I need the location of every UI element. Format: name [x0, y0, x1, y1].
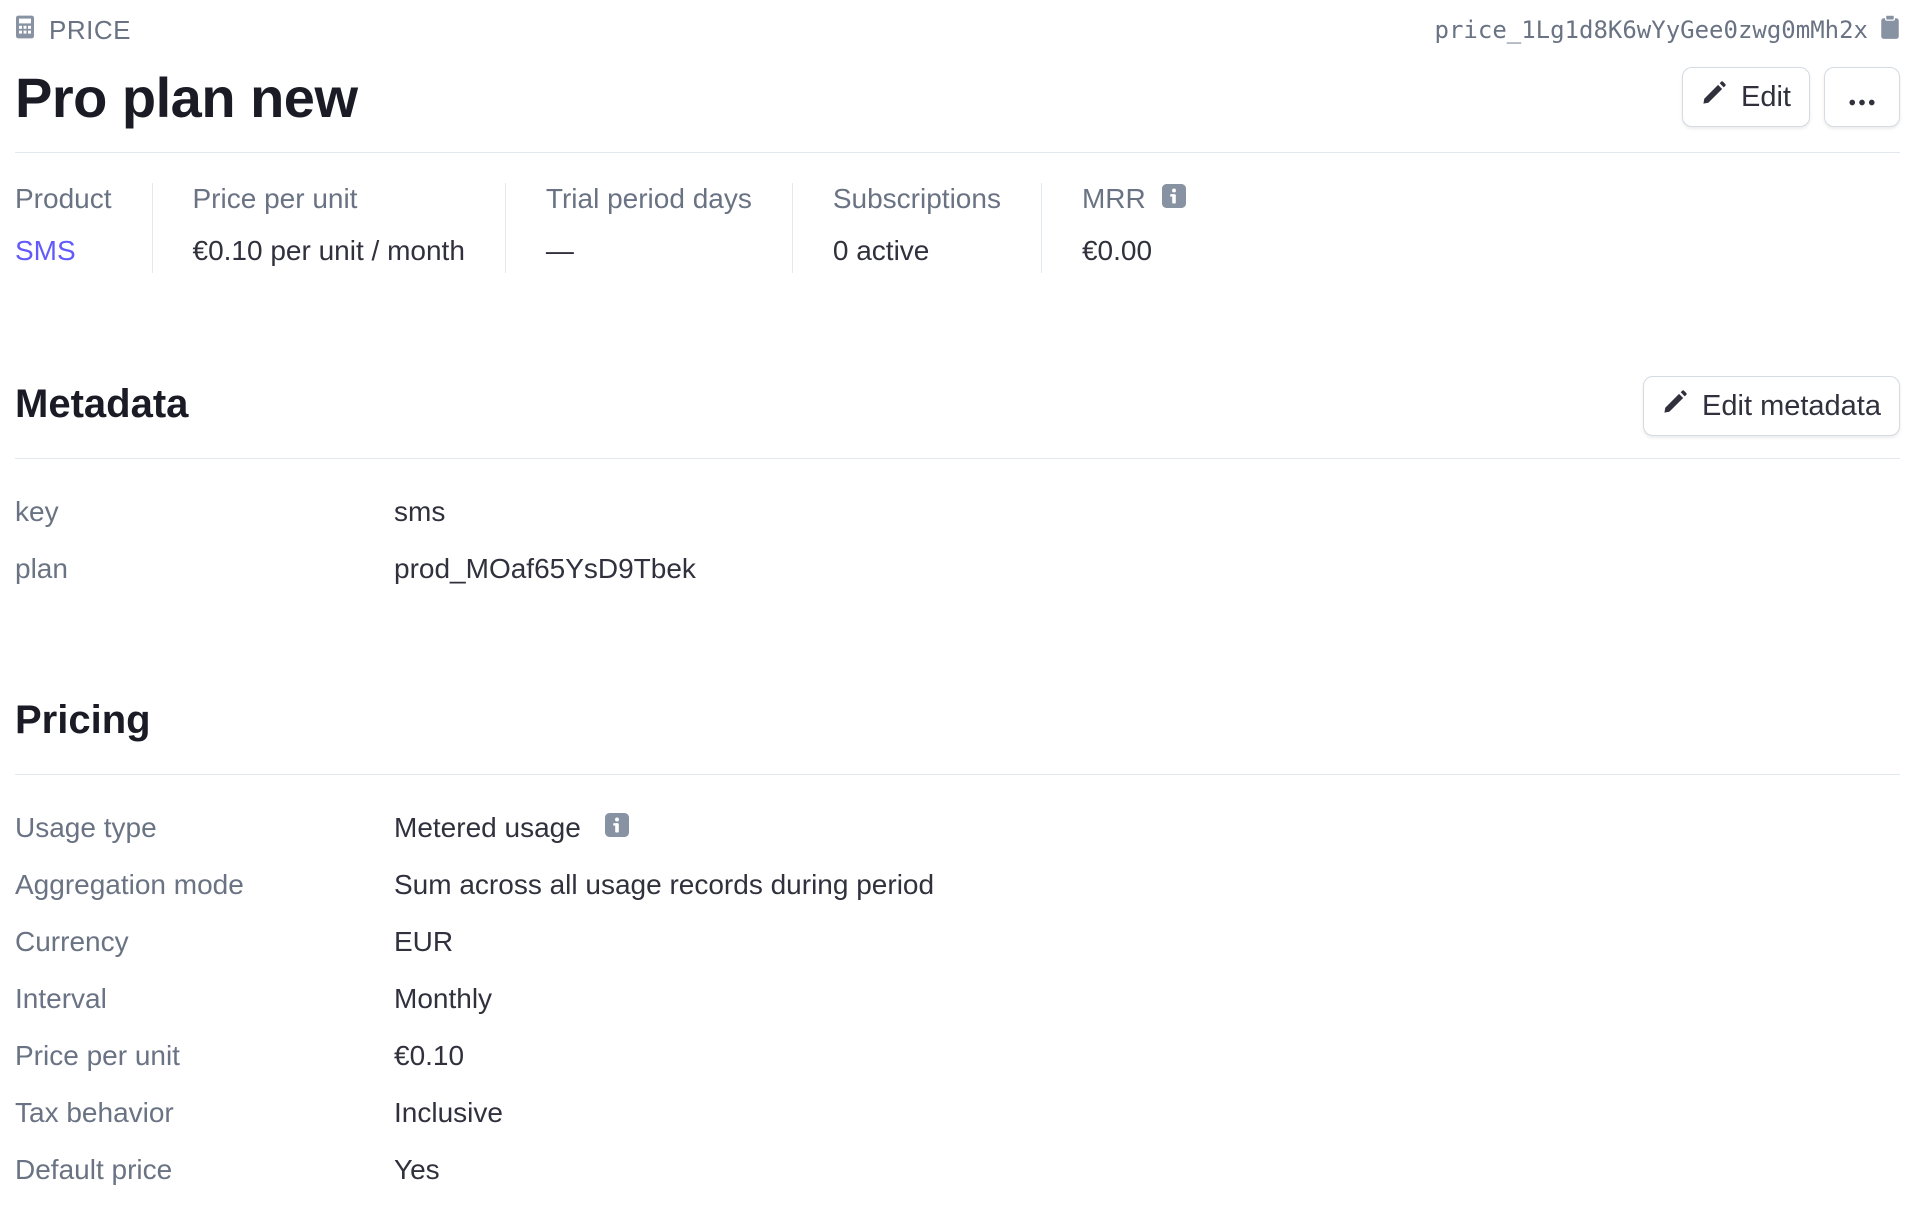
- edit-metadata-label: Edit metadata: [1702, 389, 1881, 422]
- pricing-key: Tax behavior: [15, 1097, 174, 1128]
- summary-value: —: [545, 235, 574, 266]
- edit-metadata-button[interactable]: Edit metadata: [1643, 376, 1900, 436]
- metadata-divider: [15, 458, 1900, 459]
- summary-label: Price per unit: [192, 183, 358, 214]
- pricing-row: Interval Monthly: [15, 979, 1900, 1019]
- pricing-value: EUR: [394, 926, 454, 957]
- pricing-value: €0.10: [394, 1040, 465, 1071]
- metadata-row: key sms: [15, 492, 1900, 532]
- pricing-key: Default price: [15, 1154, 173, 1185]
- summary-price-per-unit: Price per unit €0.10 per unit / month: [151, 183, 505, 273]
- title-row: Pro plan new Edit: [15, 62, 1900, 132]
- header-divider: [15, 152, 1900, 153]
- price-detail-page: PRICE price_1Lg1d8K6wYyGee0zwg0mMh2x Pro…: [0, 0, 1912, 1212]
- pricing-row: Usage type Metered usage: [15, 808, 1900, 848]
- summary-value: €0.10 per unit / month: [192, 235, 465, 266]
- mrr-label-text: MRR: [1081, 183, 1146, 214]
- more-actions-button[interactable]: [1824, 67, 1900, 127]
- metadata-key: key: [15, 496, 59, 527]
- metadata-value: sms: [394, 496, 446, 527]
- pricing-key: Usage type: [15, 812, 157, 843]
- metadata-section-title: Metadata: [15, 382, 189, 426]
- pricing-key: Currency: [15, 926, 129, 957]
- summary-product: Product SMS: [15, 183, 152, 273]
- plan-product-link[interactable]: prod_MOaf65YsD9Tbek: [394, 553, 696, 585]
- info-icon[interactable]: [604, 812, 629, 844]
- header-actions: Edit: [1682, 67, 1900, 127]
- pricing-divider: [15, 774, 1900, 775]
- object-type-label: PRICE: [15, 15, 131, 46]
- pricing-key: Interval: [15, 983, 107, 1014]
- pricing-row: Default price Yes: [15, 1150, 1900, 1190]
- pricing-key: Aggregation mode: [15, 869, 244, 900]
- summary-bar: Product SMS Price per unit €0.10 per uni…: [15, 183, 1226, 273]
- summary-label: MRR: [1082, 183, 1186, 215]
- metadata-key: plan: [15, 553, 68, 584]
- ellipsis-icon: [1849, 81, 1875, 114]
- pricing-row: Tax behavior Inclusive: [15, 1093, 1900, 1133]
- pencil-icon: [1662, 389, 1688, 423]
- pricing-row: Aggregation mode Sum across all usage re…: [15, 865, 1900, 905]
- summary-label: Subscriptions: [832, 183, 1001, 214]
- clipboard-icon[interactable]: [1880, 14, 1900, 46]
- pricing-value: Monthly: [394, 983, 493, 1014]
- pricing-value: Inclusive: [394, 1097, 503, 1128]
- pricing-section-title: Pricing: [15, 698, 151, 742]
- product-link[interactable]: SMS: [15, 235, 112, 267]
- pricing-row: Currency EUR: [15, 922, 1900, 962]
- metadata-row: plan prod_MOaf65YsD9Tbek: [15, 549, 1900, 589]
- pencil-icon: [1701, 80, 1727, 114]
- edit-button-label: Edit: [1741, 80, 1791, 113]
- summary-value: €0.00: [1081, 235, 1153, 266]
- summary-value: 0 active: [832, 235, 930, 266]
- edit-button[interactable]: Edit: [1682, 67, 1810, 127]
- usage-type-text: Metered usage: [394, 812, 581, 843]
- calculator-icon: [15, 15, 35, 46]
- pricing-value: Sum across all usage records during peri…: [394, 869, 935, 900]
- summary-mrr: MRR €0.00: [1040, 183, 1226, 273]
- info-icon[interactable]: [1161, 183, 1186, 215]
- price-id: price_1Lg1d8K6wYyGee0zwg0mMh2x: [1435, 14, 1900, 46]
- pricing-value: Yes: [394, 1154, 440, 1185]
- summary-trial-days: Trial period days —: [504, 183, 792, 273]
- summary-label: Product: [15, 183, 112, 214]
- pricing-value: Metered usage: [394, 812, 629, 844]
- pricing-key: Price per unit: [15, 1040, 180, 1071]
- header-top: PRICE price_1Lg1d8K6wYyGee0zwg0mMh2x: [15, 14, 1900, 46]
- object-type-text: PRICE: [49, 14, 131, 45]
- summary-subscriptions: Subscriptions 0 active: [791, 183, 1041, 273]
- summary-label: Trial period days: [545, 183, 752, 214]
- pricing-row: Price per unit €0.10: [15, 1036, 1900, 1076]
- price-id-text: price_1Lg1d8K6wYyGee0zwg0mMh2x: [1434, 16, 1868, 44]
- page-title: Pro plan new: [15, 65, 358, 129]
